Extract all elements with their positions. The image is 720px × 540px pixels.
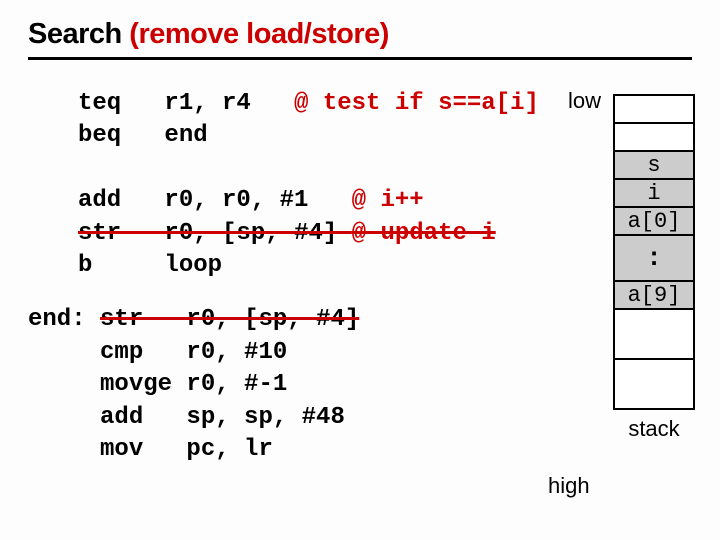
- code-line-6: b loop: [78, 252, 222, 279]
- title-red: (remove load/store): [129, 18, 389, 50]
- code-line-1a: teq r1, r4: [78, 90, 294, 117]
- stack-cell-empty-3: [613, 308, 695, 360]
- code-line-4b: @ i++: [352, 187, 424, 214]
- title-black: Search: [28, 18, 129, 50]
- end-label: end:: [28, 306, 100, 333]
- stack-cell-empty-2: [613, 122, 695, 152]
- slide: Search (remove load/store) low high teq …: [0, 0, 720, 540]
- title-underline: [28, 57, 692, 60]
- code-line-12: mov pc, lr: [100, 436, 273, 463]
- code-line-9: cmp r0, #10: [100, 339, 287, 366]
- stack-cell-s: s: [613, 150, 695, 180]
- code-line-10: movge r0, #-1: [100, 371, 287, 398]
- high-label: high: [548, 473, 590, 499]
- stack-cell-a0: a[0]: [613, 206, 695, 236]
- stack-cell-dots: :: [613, 234, 695, 282]
- code-line-4a: add r0, r0, #1: [78, 187, 352, 214]
- content: low high teq r1, r4 @ test if s==a[i] be…: [28, 88, 692, 466]
- title: Search (remove load/store): [28, 18, 692, 51]
- stack-cell-empty-4: [613, 358, 695, 410]
- stack-cell-a9: a[9]: [613, 280, 695, 310]
- stack-cell-empty-1: [613, 94, 695, 124]
- code-line-1b: @ test if s==a[i]: [294, 90, 539, 117]
- stack-label: stack: [613, 416, 695, 442]
- code-block: teq r1, r4 @ test if s==a[i] beq end add…: [78, 88, 692, 282]
- code-block-2: end: str r0, [sp, #4] cmp r0, #10 movge …: [28, 304, 692, 466]
- code-line-8: str r0, [sp, #4]: [100, 306, 359, 333]
- code-line-5b: @ update i: [352, 220, 496, 247]
- code-line-2: beq end: [78, 122, 208, 149]
- stack-cell-i: i: [613, 178, 695, 208]
- stack-diagram: s i a[0] : a[9] stack: [613, 96, 695, 442]
- code-line-5a: str r0, [sp, #4]: [78, 220, 352, 247]
- code-line-11: add sp, sp, #48: [100, 404, 345, 431]
- low-label: low: [568, 88, 601, 114]
